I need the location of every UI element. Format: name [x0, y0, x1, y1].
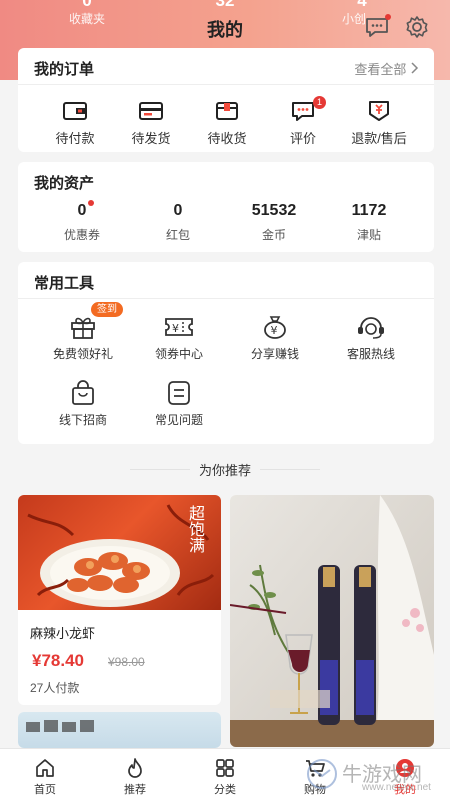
product-name: 麻辣小龙虾 [30, 626, 96, 641]
product-image [18, 712, 221, 748]
tool-offline-business-label: 线下招商 [58, 413, 107, 427]
watermark-url: www.newyx.net [362, 782, 431, 793]
home-icon [36, 759, 54, 777]
assets-card: 我的资产 0 优惠券 0 红包 51532 金币 1172 津贴 [18, 162, 434, 252]
wine-image [230, 495, 434, 747]
order-pending-shipment-label: 待发货 [131, 131, 171, 146]
tool-faq-label: 常见问题 [154, 413, 203, 427]
wallet-icon [63, 102, 87, 120]
tools-title: 常用工具 [34, 275, 95, 292]
red-packet-count: 0 [173, 202, 183, 219]
divider [18, 298, 434, 299]
tool-share-earn[interactable]: ¥ 分享赚钱 [225, 314, 325, 362]
gold-coin-label: 金币 [261, 228, 286, 242]
asset-coupons[interactable]: 0 优惠券 [37, 200, 127, 243]
tool-faq[interactable]: 常见问题 [129, 380, 229, 428]
see-all-label: 查看全部 [354, 62, 407, 77]
headset-icon [358, 317, 384, 339]
order-pending-shipment[interactable]: 待发货 [111, 100, 191, 147]
tool-customer-service[interactable]: 客服热线 [321, 314, 421, 362]
nav-home[interactable]: 首页 [0, 757, 90, 797]
box-icon [216, 102, 238, 120]
right-stat-count: 4 [357, 0, 367, 10]
order-review[interactable]: 1 评价 [263, 96, 343, 147]
signin-badge[interactable]: 签到 [91, 302, 123, 317]
see-all-orders-link[interactable]: 查看全部 [354, 59, 420, 78]
allowance-label: 津贴 [356, 228, 381, 242]
tool-coupon-center[interactable]: ¥ 领券中心 [129, 314, 229, 362]
tool-coupon-center-label: 领券中心 [154, 347, 203, 361]
question-icon [168, 381, 190, 405]
coupon-label: 优惠券 [63, 228, 100, 242]
review-count-badge: 1 [313, 96, 326, 109]
tool-offline-business[interactable]: 线下招商 [33, 380, 133, 428]
nav-category-label: 分类 [214, 784, 236, 796]
allowance-count: 1172 [351, 202, 387, 219]
asset-gold-coins[interactable]: 51532 金币 [229, 202, 319, 243]
asset-allowance[interactable]: 1172 津贴 [324, 202, 414, 243]
tool-customer-service-label: 客服热线 [346, 347, 395, 361]
tool-free-gift[interactable]: 签到 免费领好礼 [33, 302, 133, 362]
order-refund-label: 退款/售后 [351, 131, 407, 146]
tool-share-earn-label: 分享赚钱 [250, 347, 299, 361]
product-card[interactable] [230, 495, 434, 747]
flame-icon [128, 758, 142, 778]
tools-card: 常用工具 签到 免费领好礼 ¥ 领券中心 ¥ 分享赚钱 客服热线 线下招商 常见… [18, 262, 434, 444]
watermark-logo-icon [307, 759, 337, 789]
orders-card: 我的订单 查看全部 待付款 待发货 待收货 1 评价 退款/售后 [18, 48, 434, 152]
refund-icon [369, 101, 389, 121]
product-card[interactable]: 超饱满 麻辣小龙虾 ¥78.40 ¥98.00 27人付款 [18, 495, 221, 705]
order-pending-payment[interactable]: 待付款 [35, 100, 115, 147]
coupon-dot [88, 200, 94, 206]
settings-icon[interactable] [404, 14, 430, 40]
watermark: 牛游戏网 www.newyx.net [300, 752, 450, 796]
message-icon[interactable] [364, 14, 391, 40]
order-refund[interactable]: 退款/售后 [339, 100, 419, 147]
middle-stat[interactable]: 32 [190, 0, 260, 10]
svg-text:¥: ¥ [271, 324, 278, 337]
card-icon [139, 102, 163, 120]
nav-recommend-label: 推荐 [124, 784, 146, 796]
coupon-count: 0 [77, 202, 87, 219]
product-card[interactable] [18, 712, 221, 748]
order-pending-receipt-label: 待收货 [207, 131, 247, 146]
asset-red-packets[interactable]: 0 红包 [133, 202, 223, 243]
product-old-price: ¥98.00 [108, 655, 145, 669]
svg-text:¥: ¥ [172, 322, 179, 335]
recommend-divider-right [260, 469, 320, 470]
chevron-right-icon [410, 62, 420, 77]
gift-icon [71, 317, 95, 339]
product-image-caption: 超饱满 [186, 505, 205, 553]
shopping-bag-icon [72, 380, 94, 405]
divider [18, 84, 434, 85]
recommend-title: 为你推荐 [198, 463, 251, 478]
favorites-count: 0 [82, 0, 92, 10]
tool-free-gift-label: 免费领好礼 [52, 347, 113, 361]
nav-home-label: 首页 [34, 784, 56, 796]
product-image: 超饱满 [18, 495, 221, 610]
nav-recommend[interactable]: 推荐 [90, 757, 180, 797]
money-bag-icon: ¥ [264, 316, 286, 339]
grid-icon [216, 759, 234, 777]
orders-title: 我的订单 [34, 61, 95, 78]
assets-title: 我的资产 [34, 175, 95, 192]
nav-category[interactable]: 分类 [180, 757, 270, 797]
order-pending-payment-label: 待付款 [55, 131, 95, 146]
middle-stat-count: 32 [215, 0, 235, 10]
gold-coin-count: 51532 [251, 202, 297, 219]
coupon-icon: ¥ [165, 318, 193, 336]
product-sold-count: 27人付款 [30, 681, 80, 695]
order-pending-receipt[interactable]: 待收货 [187, 100, 267, 147]
order-review-label: 评价 [289, 131, 316, 146]
red-packet-label: 红包 [165, 228, 190, 242]
product-price: ¥78.40 [32, 651, 84, 670]
